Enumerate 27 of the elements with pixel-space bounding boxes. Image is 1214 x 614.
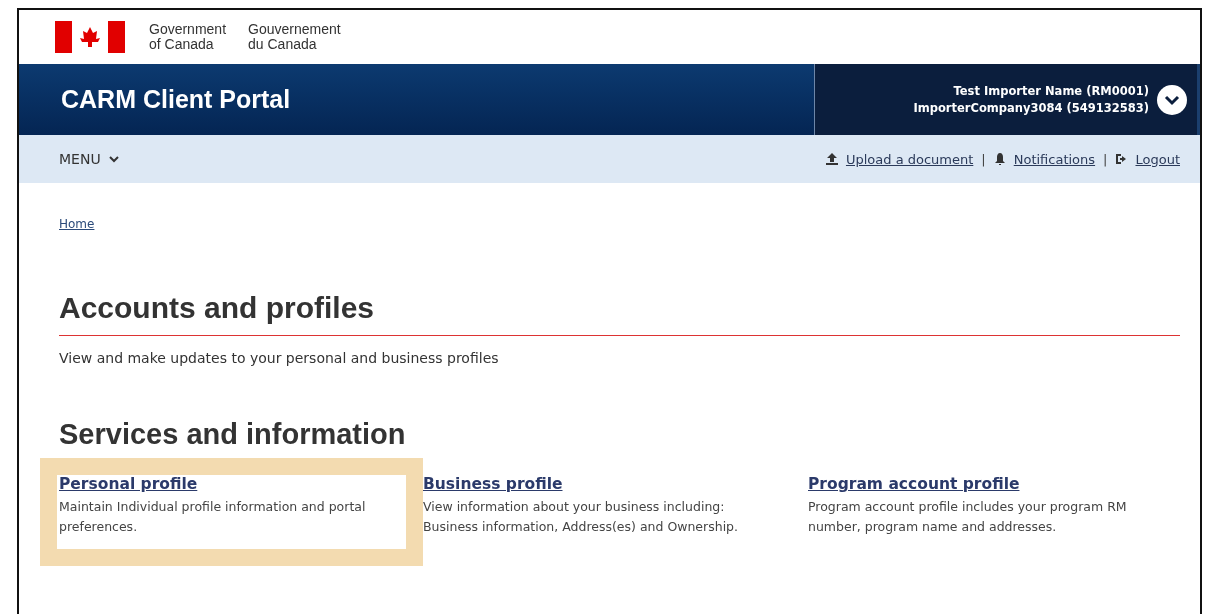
logout-link[interactable]: Logout [1135,151,1180,167]
intro-text: View and make updates to your personal and business profiles [59,350,500,366]
service-description: View information about your business including: Business information, Address(es) and Ownership. [423,498,739,536]
service-description: Program account profile includes your program RM number, program name and addresses. [808,498,1128,536]
chevron-down-icon[interactable] [1157,84,1187,115]
section-heading: Services and information [59,418,407,451]
separator: | [1103,151,1108,167]
service-link[interactable]: Program account profile [808,475,1150,493]
breadcrumb-link[interactable]: Home [59,217,95,231]
chevron-down-icon [108,155,119,163]
service-link[interactable]: Personal profile [59,475,388,493]
upload-link[interactable]: Upload a document [845,151,974,167]
menu-button[interactable]: MENU [59,151,119,167]
government-name-french: Gouvernement du Canada [248,22,341,52]
service-link[interactable]: Business profile [423,475,790,493]
flag-icon [55,21,125,53]
account-name: ImporterCompany3084 (549132583) [913,99,1149,117]
portal-title: CARM Client Portal [61,85,291,114]
bell-icon [993,153,1006,165]
separator: | [981,151,986,167]
upload-icon [825,153,838,165]
bell-link[interactable]: Notifications [1013,151,1096,167]
account-name: Test Importer Name (RM0001) [953,82,1149,100]
page-heading: Accounts and profiles [59,291,1180,336]
service-description: Maintain Individual profile information and portal preferences. [59,498,367,536]
government-name-english: Government of Canada [149,22,227,52]
logout-icon [1115,153,1128,165]
